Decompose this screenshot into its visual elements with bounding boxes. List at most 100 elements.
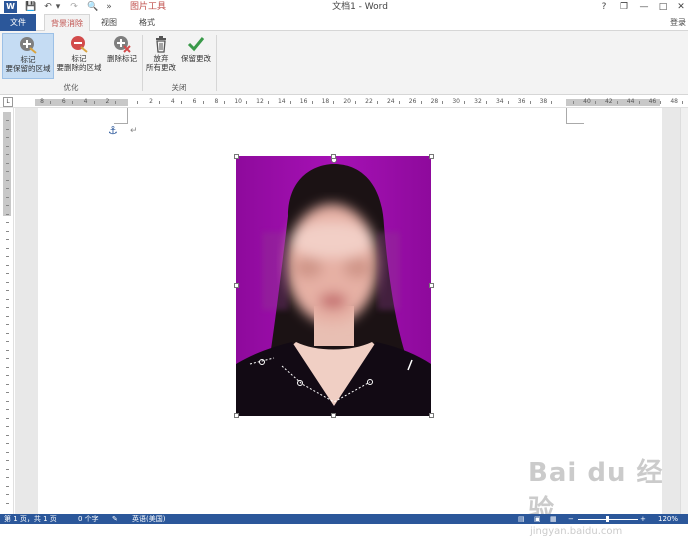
web-layout-icon[interactable]: ▦	[550, 514, 557, 524]
group-label-refine: 优化	[63, 83, 79, 92]
minimize-button[interactable]: —	[636, 0, 652, 14]
ruler-tick-label: 40	[583, 98, 591, 105]
ruler-tick-label: 20	[343, 98, 351, 105]
resize-handle-bottom-right[interactable]	[429, 413, 434, 418]
mark-keep-label-1: 标记	[20, 55, 36, 64]
discard-all-changes-button[interactable]: 放弃 所有更改	[144, 33, 178, 79]
window-title: 文档1 - Word	[332, 2, 388, 12]
ruler-tick-label: 36	[517, 98, 526, 105]
ruler-tick	[268, 101, 269, 104]
ruler-tick-label: 2	[149, 98, 153, 105]
vertical-ruler-tick	[6, 256, 9, 257]
resize-handle-bottom[interactable]	[331, 413, 336, 418]
read-mode-icon[interactable]: ▤	[518, 514, 525, 524]
redo-icon[interactable]: ↷	[68, 1, 80, 13]
ruler-tick-label: 14	[277, 98, 286, 105]
tab-view[interactable]: 视图	[94, 14, 124, 31]
resize-handle-top-right[interactable]	[429, 154, 434, 159]
undo-dropdown-icon[interactable]: ▾	[54, 1, 62, 13]
resize-handle-left[interactable]	[234, 283, 239, 288]
ruler-tick-label: 8	[214, 98, 219, 105]
delete-mark-icon	[114, 36, 131, 53]
baidu-watermark: Bai du 经验 jingyan.baidu.com	[528, 452, 688, 537]
tab-selector[interactable]: L	[3, 97, 13, 107]
resize-handle-right[interactable]	[429, 283, 434, 288]
vertical-ruler-tick	[6, 273, 9, 274]
ruler-tick-label: 46	[648, 98, 657, 105]
resize-handle-top-left[interactable]	[234, 154, 239, 159]
ruler-tick-label: 38	[539, 98, 548, 105]
vertical-ruler-tick	[6, 477, 9, 478]
ruler-tick	[115, 101, 117, 104]
ruler-tick-label: 44	[626, 98, 635, 105]
ribbon: 标记 要保留的区域 标记 要删除的区域 删除标记 优化 放弃 所有更改 保留更改…	[0, 31, 688, 95]
vertical-ruler-tick	[6, 392, 9, 393]
word-app-icon[interactable]: W	[4, 1, 17, 13]
vertical-ruler-tick	[6, 290, 9, 291]
zoom-slider-thumb[interactable]	[606, 516, 609, 522]
page-count[interactable]: 第 1 页，共 1 页	[4, 514, 57, 524]
zoom-level[interactable]: 120%	[658, 514, 678, 524]
customize-toolbar-icon[interactable]: »	[104, 1, 114, 13]
ruler-tick-label: 24	[386, 98, 395, 105]
portrait-photo[interactable]	[236, 156, 431, 416]
checkmark-icon	[187, 37, 205, 52]
tab-format[interactable]: 格式	[132, 14, 162, 31]
vertical-ruler-tick	[6, 349, 9, 351]
vertical-ruler-tick	[6, 307, 9, 308]
vertical-ruler-tick	[6, 230, 9, 232]
vertical-ruler-tick	[6, 196, 9, 198]
ruler-tick-label: 10	[234, 98, 242, 105]
close-button[interactable]: ✕	[673, 0, 688, 14]
delete-mark-button[interactable]: 删除标记	[104, 33, 140, 79]
print-layout-icon[interactable]: ▣	[534, 514, 541, 524]
ruler-tick	[289, 101, 291, 104]
status-bar: 第 1 页，共 1 页 0 个字 ✎ 英语(美国) ▤ ▣ ▦ − + 120%	[0, 514, 688, 524]
vertical-ruler-tick	[6, 179, 9, 181]
vertical-ruler-tick	[6, 264, 9, 266]
vertical-ruler-tick	[6, 460, 9, 461]
help-icon[interactable]: ?	[596, 0, 612, 14]
vertical-ruler-tick	[6, 502, 9, 504]
ruler-tick-label: 6	[192, 98, 197, 105]
print-preview-icon[interactable]: 🔍	[86, 1, 100, 13]
mark-areas-to-keep-button[interactable]: 标记 要保留的区域	[2, 33, 54, 79]
vertical-ruler-tick	[6, 451, 9, 453]
ruler-tick	[159, 101, 160, 104]
ruler-tick	[50, 101, 51, 104]
mark-remove-label-2: 要删除的区域	[56, 63, 102, 72]
mark-areas-to-remove-button[interactable]: 标记 要删除的区域	[54, 33, 104, 79]
ruler-tick	[551, 101, 553, 104]
zoom-out-icon[interactable]: −	[568, 514, 574, 524]
keep-changes-label: 保留更改	[181, 54, 211, 63]
delete-mark-label: 删除标记	[107, 54, 137, 63]
keep-changes-button[interactable]: 保留更改	[178, 33, 214, 79]
anchor-icon[interactable]: ⚓	[108, 124, 118, 137]
tab-file[interactable]: 文件	[0, 14, 36, 31]
resize-handle-bottom-left[interactable]	[234, 413, 239, 418]
ruler-tick	[660, 101, 662, 104]
language-indicator[interactable]: 英语(美国)	[132, 514, 165, 524]
ruler-tick	[442, 101, 444, 104]
undo-icon[interactable]: ↶	[42, 1, 54, 13]
save-icon[interactable]: 💾	[24, 1, 38, 13]
sign-in-link[interactable]: 登录	[670, 14, 686, 31]
ruler-tick-label: 34	[495, 98, 504, 105]
ruler-tick	[638, 101, 640, 104]
zoom-in-icon[interactable]: +	[640, 514, 646, 524]
vertical-ruler-tick	[6, 298, 9, 300]
ruler-tick-label: 48	[670, 98, 678, 105]
ribbon-display-options-icon[interactable]: ❐	[616, 0, 632, 14]
proofing-icon[interactable]: ✎	[112, 514, 118, 524]
ruler-tick	[486, 101, 487, 104]
vertical-ruler-tick	[6, 366, 9, 368]
word-count[interactable]: 0 个字	[78, 514, 99, 524]
vertical-ruler-tick	[6, 281, 9, 283]
tab-background-removal[interactable]: 背景消除	[44, 14, 90, 32]
vertical-ruler-tick	[6, 375, 9, 376]
resize-handle-top[interactable]	[331, 154, 336, 159]
maximize-button[interactable]: □	[655, 0, 671, 14]
ruler-tick-label: 28	[430, 98, 439, 105]
vertical-ruler-tick	[6, 222, 9, 223]
ruler-tick	[529, 101, 531, 104]
